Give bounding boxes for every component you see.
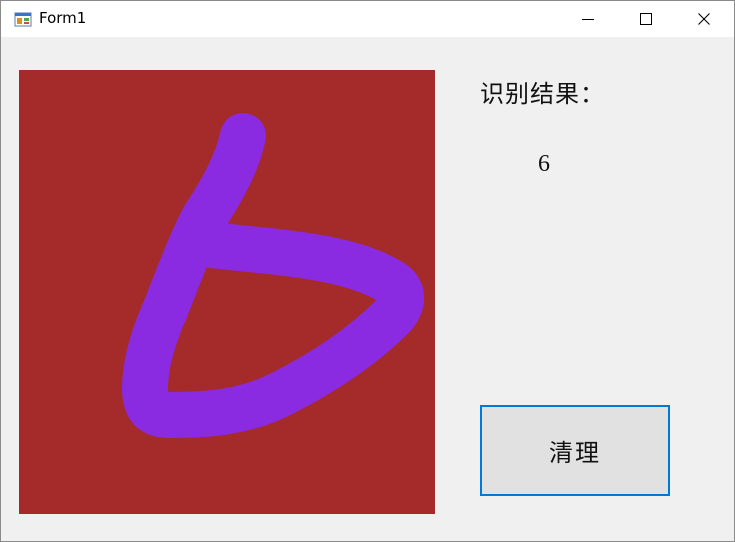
maximize-icon <box>640 13 652 25</box>
minimize-icon <box>582 19 594 20</box>
close-icon <box>698 13 710 25</box>
result-value: 6 <box>538 151 550 177</box>
app-icon <box>14 12 32 27</box>
handwritten-stroke <box>122 113 425 438</box>
maximize-button[interactable] <box>617 1 675 37</box>
drawing-canvas[interactable] <box>19 70 435 514</box>
minimize-button[interactable] <box>559 1 617 37</box>
title-bar[interactable]: Form1 <box>1 1 734 37</box>
window-title: Form1 <box>39 9 87 27</box>
clear-button[interactable]: 清理 <box>480 405 670 496</box>
result-label: 识别结果： <box>480 80 605 108</box>
close-button[interactable] <box>675 1 733 37</box>
app-window: Form1 识别结果： 6 清理 <box>0 0 735 542</box>
